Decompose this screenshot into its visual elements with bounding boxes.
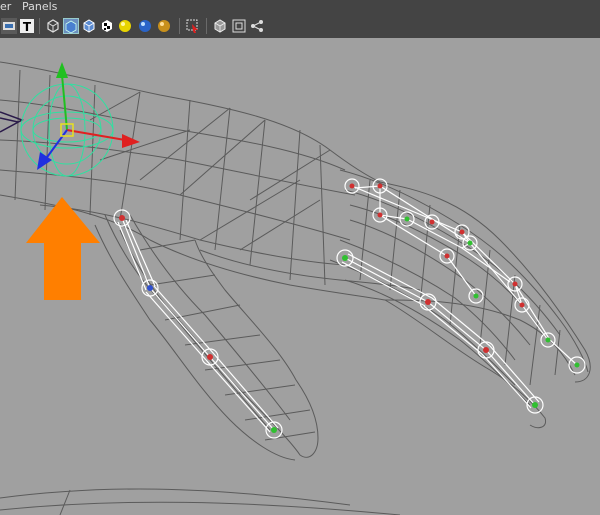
menu-renderer[interactable]: er xyxy=(0,0,11,14)
joint-index-tip xyxy=(477,341,495,359)
panel-menu-bar: er Panels xyxy=(0,0,600,14)
z-axis-handle xyxy=(44,129,68,161)
xray-joints-icon[interactable] xyxy=(231,18,247,34)
hand-rig-scene xyxy=(0,61,591,515)
all-lights-sphere-icon[interactable] xyxy=(137,18,153,34)
isolate-select-icon[interactable] xyxy=(185,18,201,34)
share-node-icon[interactable] xyxy=(249,18,265,34)
joint-cluster-m xyxy=(568,356,586,374)
y-axis-handle xyxy=(61,74,68,131)
skeleton-bones xyxy=(117,185,578,433)
maya-viewport-window: er Panels T xyxy=(0,0,600,515)
x-axis-arrow xyxy=(122,134,140,148)
joint-cluster-i xyxy=(468,288,484,304)
joint-markers xyxy=(113,178,586,439)
joint-cluster-l xyxy=(540,332,556,348)
y-axis-arrow xyxy=(56,62,68,78)
menu-panels[interactable]: Panels xyxy=(22,0,57,14)
shadows-sphere-icon[interactable] xyxy=(156,18,172,34)
3d-viewport[interactable] xyxy=(0,38,600,515)
orange-up-arrow xyxy=(26,197,100,300)
joint-cluster-h xyxy=(439,248,455,264)
text-tool-icon[interactable]: T xyxy=(19,18,35,34)
svg-text:T: T xyxy=(23,20,32,34)
joint-cluster-d xyxy=(399,211,415,227)
xray-cube-icon[interactable] xyxy=(212,18,228,34)
joint-thumb-tip1 xyxy=(201,348,219,366)
joint-cluster-k xyxy=(514,297,530,313)
panel-toolbar: T xyxy=(0,14,600,38)
rotate-view-icon[interactable] xyxy=(1,18,17,34)
shaded-wireframe-cube-icon[interactable] xyxy=(81,18,97,34)
textured-checker-icon[interactable] xyxy=(99,18,115,34)
joint-cluster-a xyxy=(344,178,360,194)
wireframe-cube-icon[interactable] xyxy=(45,18,61,34)
default-light-sphere-icon[interactable] xyxy=(117,18,133,34)
hand-wireframe-mesh xyxy=(0,61,591,515)
joint-thumb-base xyxy=(113,209,131,227)
smooth-shade-cube-icon[interactable] xyxy=(63,18,79,34)
x-axis-handle xyxy=(66,129,126,141)
